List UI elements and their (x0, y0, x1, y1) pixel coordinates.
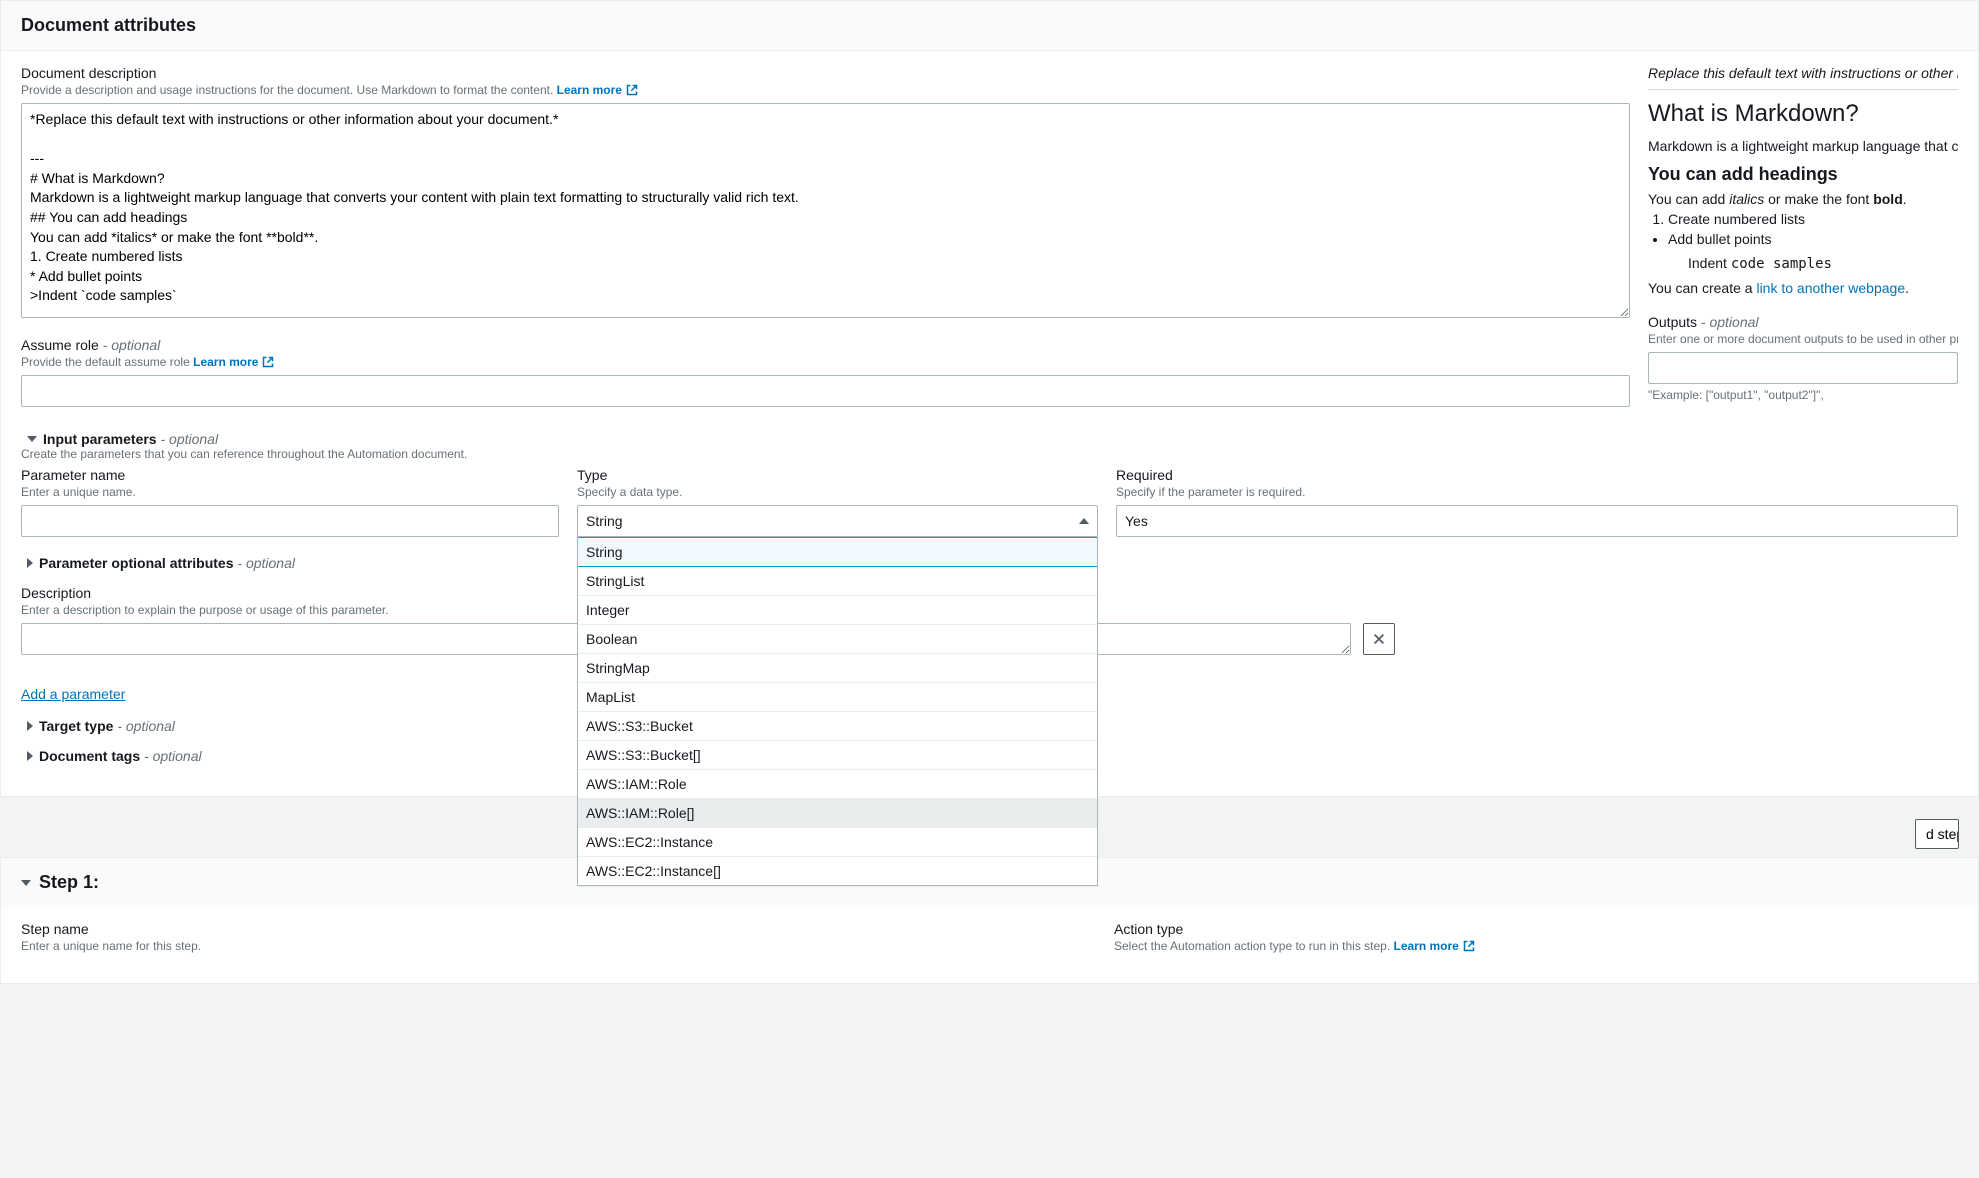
action-type-label: Action type (1114, 921, 1958, 937)
remove-parameter-button[interactable] (1363, 623, 1395, 655)
description-row: Document description Provide a descripti… (21, 65, 1958, 421)
step-name-label: Step name (21, 921, 1096, 937)
type-selected-value: String (586, 513, 623, 529)
outputs-group: Outputs - optional Enter one or more doc… (1648, 314, 1958, 402)
chevron-right-icon (27, 751, 33, 761)
type-option[interactable]: AWS::IAM::Role (578, 770, 1097, 799)
chevron-right-icon (27, 721, 33, 731)
preview-p3: You can create a link to another webpage… (1648, 280, 1958, 296)
preview-link[interactable]: link to another webpage (1756, 280, 1905, 296)
type-option[interactable]: AWS::S3::Bucket (578, 712, 1097, 741)
section-body: Document description Provide a descripti… (1, 51, 1978, 796)
chevron-right-icon (27, 558, 33, 568)
preview-hr (1648, 89, 1958, 90)
external-link-icon (626, 84, 638, 96)
type-label: Type (577, 467, 1098, 483)
step-1-title: Step 1: (39, 872, 99, 893)
preview-p2: You can add italics or make the font bol… (1648, 191, 1958, 207)
outputs-label: Outputs - optional (1648, 314, 1958, 330)
description-hint: Provide a description and usage instruct… (21, 83, 1630, 97)
action-type-learn-more-link[interactable]: Learn more (1394, 939, 1475, 953)
preview-p1: Markdown is a lightweight markup languag… (1648, 138, 1958, 154)
type-group: Type Specify a data type. String StringS… (577, 467, 1098, 537)
step-name-group: Step name Enter a unique name for this s… (21, 921, 1096, 959)
action-type-group: Action type Select the Automation action… (1114, 921, 1958, 959)
preview-ol: Create numbered lists (1668, 211, 1958, 227)
section-title: Document attributes (21, 15, 1958, 36)
required-label: Required (1116, 467, 1958, 483)
type-option[interactable]: StringMap (578, 654, 1097, 683)
action-type-hint: Select the Automation action type to run… (1114, 939, 1958, 953)
type-option[interactable]: AWS::S3::Bucket[] (578, 741, 1097, 770)
chevron-down-icon (27, 436, 37, 442)
outputs-example: "Example: ["output1", "output2"]", (1648, 388, 1958, 402)
chevron-down-icon (21, 880, 31, 886)
input-parameters-block: Input parameters - optional Create the p… (21, 431, 1958, 764)
preview-ol-item: Create numbered lists (1668, 211, 1958, 227)
assume-role-hint: Provide the default assume role Learn mo… (21, 355, 1630, 369)
assume-role-group: Assume role - optional Provide the defau… (21, 337, 1630, 407)
type-option[interactable]: Boolean (578, 625, 1097, 654)
external-link-icon (262, 356, 274, 368)
outputs-hint: Enter one or more document outputs to be… (1648, 332, 1958, 346)
assume-role-learn-more-link[interactable]: Learn more (193, 355, 274, 369)
external-link-icon (1463, 940, 1475, 952)
type-option[interactable]: String (578, 537, 1097, 567)
type-option[interactable]: MapList (578, 683, 1097, 712)
description-learn-more-link[interactable]: Learn more (557, 83, 638, 97)
input-parameters-expander[interactable]: Input parameters - optional (27, 431, 1958, 447)
description-column: Document description Provide a descripti… (21, 65, 1630, 421)
preview-h1: What is Markdown? (1648, 100, 1958, 128)
type-dropdown: StringStringListIntegerBooleanStringMapM… (577, 537, 1098, 886)
parameter-name-label: Parameter name (21, 467, 559, 483)
preview-ul: Add bullet points (1668, 231, 1958, 247)
type-hint: Specify a data type. (577, 485, 1098, 499)
assume-role-label: Assume role - optional (21, 337, 1630, 353)
type-option[interactable]: AWS::EC2::Instance[] (578, 857, 1097, 885)
type-option[interactable]: Integer (578, 596, 1097, 625)
description-label: Document description (21, 65, 1630, 81)
parameter-name-hint: Enter a unique name. (21, 485, 559, 499)
section-header: Document attributes (1, 1, 1978, 51)
parameter-name-input[interactable] (21, 505, 559, 537)
markdown-preview: Replace this default text with instructi… (1648, 65, 1958, 416)
type-option[interactable]: StringList (578, 567, 1097, 596)
type-option[interactable]: AWS::IAM::Role[] (578, 799, 1097, 828)
input-parameters-hint: Create the parameters that you can refer… (21, 447, 1958, 461)
preview-blockquote: Indent code samples (1688, 255, 1958, 272)
document-attributes-section: Document attributes Document description… (0, 0, 1979, 797)
preview-intro: Replace this default text with instructi… (1648, 65, 1958, 81)
required-hint: Specify if the parameter is required. (1116, 485, 1958, 499)
required-select[interactable]: Yes (1116, 505, 1958, 537)
preview-ul-item: Add bullet points (1668, 231, 1958, 247)
add-parameter-link[interactable]: Add a parameter (21, 686, 125, 702)
type-select[interactable]: String (577, 505, 1098, 537)
step-1-body: Step name Enter a unique name for this s… (1, 907, 1978, 983)
description-textarea[interactable] (21, 103, 1630, 318)
preview-h2: You can add headings (1648, 164, 1958, 185)
step-name-hint: Enter a unique name for this step. (21, 939, 1096, 953)
type-option[interactable]: AWS::EC2::Instance (578, 828, 1097, 857)
parameter-name-group: Parameter name Enter a unique name. (21, 467, 559, 537)
description-group: Document description Provide a descripti… (21, 65, 1630, 321)
required-group: Required Specify if the parameter is req… (1116, 467, 1958, 537)
params-row: Parameter name Enter a unique name. Type… (21, 467, 1958, 537)
close-icon (1372, 632, 1386, 646)
outputs-input[interactable] (1648, 352, 1958, 384)
required-selected-value: Yes (1125, 513, 1148, 529)
assume-role-input[interactable] (21, 375, 1630, 407)
caret-up-icon (1079, 518, 1089, 524)
add-step-button[interactable]: d step (1915, 819, 1959, 849)
